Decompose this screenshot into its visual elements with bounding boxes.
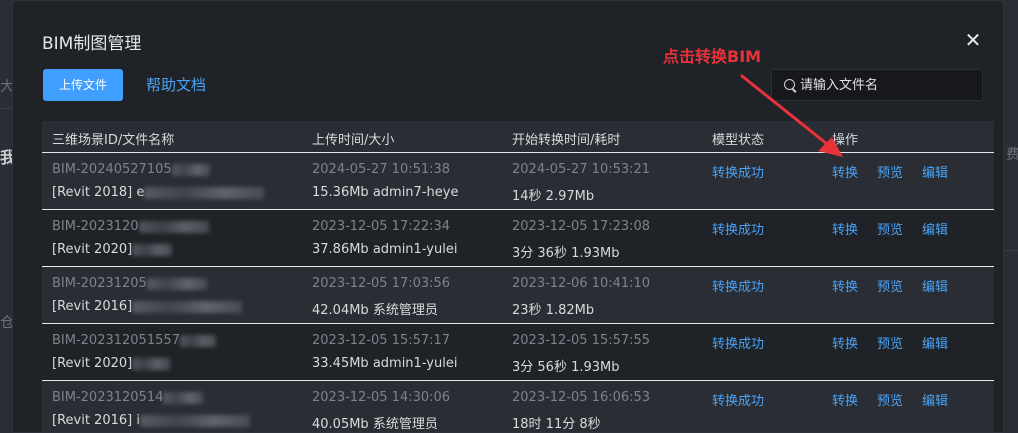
convert-duration-size: 23秒 1.82Mb <box>512 303 595 318</box>
model-status[interactable]: 转换成功 <box>712 219 764 238</box>
column-header-convert: 开始转换时间/耗时 <box>512 133 621 148</box>
scene-id: BIM-202312051557 <box>52 333 216 348</box>
file-name: [Revit 2016] i <box>52 413 250 428</box>
model-status[interactable]: 转换成功 <box>712 162 764 181</box>
size-uploader: 37.86Mb admin1-yulei <box>312 242 458 257</box>
model-status[interactable]: 转换成功 <box>712 276 764 295</box>
convert-duration-size: 3分 56秒 1.93Mb <box>512 360 620 375</box>
preview-button[interactable]: 预览 <box>877 219 903 238</box>
convert-start-time: 2023-12-05 15:57:55 <box>512 333 651 348</box>
convert-duration-size: 3分 36秒 1.93Mb <box>512 246 620 261</box>
convert-duration-size: 14秒 2.97Mb <box>512 189 595 204</box>
edit-button[interactable]: 编辑 <box>922 162 948 181</box>
search-box <box>771 69 983 101</box>
scene-id: BIM-2023120 <box>52 219 209 234</box>
table-row: BIM-202312051557 [Revit 2020] 2023-12-05… <box>42 324 994 381</box>
table-header: 三维场景ID/文件名称 上传时间/大小 开始转换时间/耗时 模型状态 操作 <box>42 121 994 153</box>
convert-duration-size: 18时 11分 8秒 <box>512 417 601 432</box>
file-name: [Revit 2020] <box>52 242 173 257</box>
convert-button[interactable]: 转换 <box>832 219 858 238</box>
upload-time: 2023-12-05 15:57:17 <box>312 333 451 348</box>
close-icon[interactable]: ✕ <box>963 30 983 50</box>
column-header-actions: 操作 <box>832 133 859 148</box>
background-text: 费 <box>1006 147 1018 163</box>
scene-id: BIM-2023120514 <box>52 390 204 405</box>
file-name: [Revit 2018] e <box>52 185 265 200</box>
convert-start-time: 2023-12-06 10:41:10 <box>512 276 651 291</box>
convert-start-time: 2023-12-05 16:06:53 <box>512 390 651 405</box>
bim-management-dialog: BIM制图管理 ✕ 上传文件 帮助文档 三维场景ID/文件名称 上传时间/大小 … <box>12 0 1004 433</box>
upload-time: 2023-12-05 17:03:56 <box>312 276 451 291</box>
annotation-label: 点击转换BIM <box>663 47 762 66</box>
scene-id: BIM-20240527105 <box>52 162 210 177</box>
table-row: BIM-2023120 [Revit 2020] 2023-12-05 17:2… <box>42 210 994 267</box>
edit-button[interactable]: 编辑 <box>922 219 948 238</box>
convert-start-time: 2023-12-05 17:23:08 <box>512 219 651 234</box>
convert-button[interactable]: 转换 <box>832 333 858 352</box>
convert-button[interactable]: 转换 <box>832 276 858 295</box>
edit-button[interactable]: 编辑 <box>922 333 948 352</box>
scene-id: BIM-20231205 <box>52 276 207 291</box>
size-uploader: 15.36Mb admin7-heye <box>312 185 459 200</box>
preview-button[interactable]: 预览 <box>877 162 903 181</box>
size-uploader: 40.05Mb 系统管理员 <box>312 417 438 432</box>
upload-file-button[interactable]: 上传文件 <box>43 69 123 101</box>
file-name: [Revit 2020] <box>52 356 171 371</box>
convert-button[interactable]: 转换 <box>832 390 858 409</box>
convert-button[interactable]: 转换 <box>832 162 858 181</box>
size-uploader: 33.45Mb admin1-yulei <box>312 356 458 371</box>
table-row: BIM-2023120514 [Revit 2016] i 2023-12-05… <box>42 381 994 432</box>
upload-time: 2023-12-05 14:30:06 <box>312 390 451 405</box>
edit-button[interactable]: 编辑 <box>922 276 948 295</box>
model-status[interactable]: 转换成功 <box>712 333 764 352</box>
search-input[interactable] <box>800 70 976 100</box>
table-row: BIM-20240527105 [Revit 2018] e 2024-05-2… <box>42 153 994 210</box>
preview-button[interactable]: 预览 <box>877 390 903 409</box>
edit-button[interactable]: 编辑 <box>922 390 948 409</box>
upload-time: 2023-12-05 17:22:34 <box>312 219 451 234</box>
column-header-status: 模型状态 <box>712 133 765 148</box>
background-divider <box>0 108 12 109</box>
model-status[interactable]: 转换成功 <box>712 390 764 409</box>
preview-button[interactable]: 预览 <box>877 276 903 295</box>
table-row: BIM-20231205 [Revit 2016] 2023-12-05 17:… <box>42 267 994 324</box>
bim-file-table: 三维场景ID/文件名称 上传时间/大小 开始转换时间/耗时 模型状态 操作 BI… <box>42 121 994 432</box>
background-divider <box>1004 250 1018 251</box>
size-uploader: 42.04Mb 系统管理员 <box>312 303 438 318</box>
column-header-id-name: 三维场景ID/文件名称 <box>52 133 175 148</box>
convert-start-time: 2024-05-27 10:53:21 <box>512 162 651 177</box>
help-docs-link[interactable]: 帮助文档 <box>146 74 206 95</box>
column-header-upload: 上传时间/大小 <box>312 133 395 148</box>
preview-button[interactable]: 预览 <box>877 333 903 352</box>
background-page-right <box>1004 0 1018 433</box>
file-name: [Revit 2016] <box>52 299 243 314</box>
upload-time: 2024-05-27 10:51:38 <box>312 162 451 177</box>
dialog-title: BIM制图管理 <box>42 34 142 54</box>
search-icon <box>784 79 795 90</box>
